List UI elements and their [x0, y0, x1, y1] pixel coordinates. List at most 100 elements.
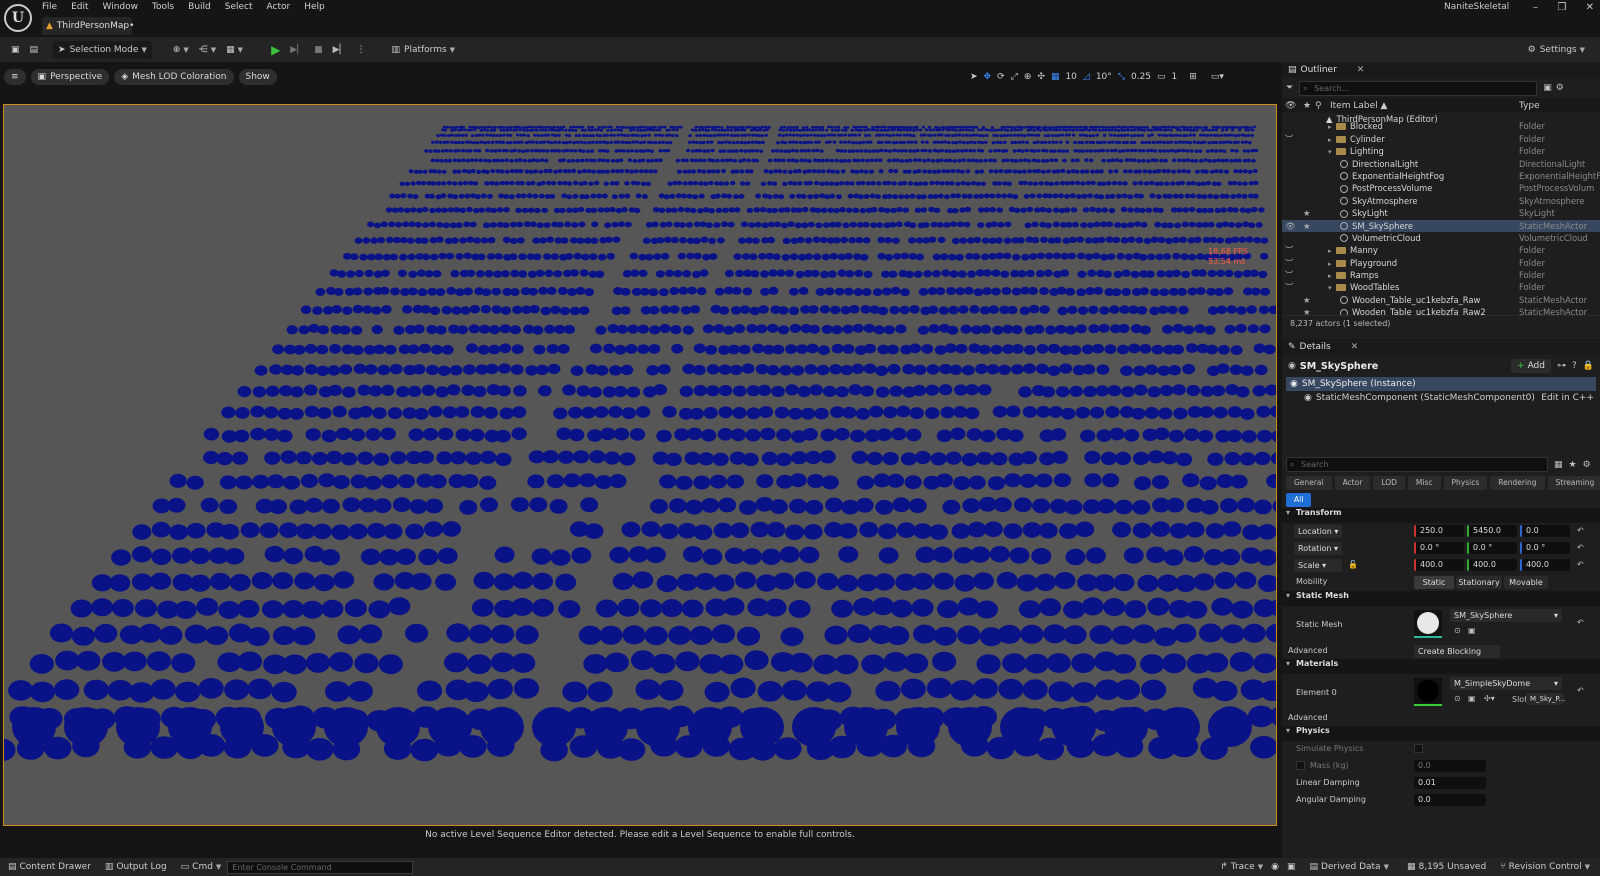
outliner-row[interactable]: ▾ Lighting Folder: [1282, 145, 1600, 157]
grid-snap-value[interactable]: 10: [1065, 72, 1076, 82]
outliner-row[interactable]: ▸ Blocked Folder: [1282, 120, 1600, 132]
minimize-icon[interactable]: –: [1533, 2, 1538, 13]
cmd-dropdown[interactable]: ▭ Cmd ▼: [181, 862, 222, 872]
outliner-row[interactable]: ︶ ▸ Cylinder Folder: [1282, 133, 1600, 145]
reset-icon[interactable]: ↶: [1577, 526, 1584, 535]
browse-asset-icon[interactable]: ⊙: [1454, 694, 1461, 703]
category-physics[interactable]: Physics: [1443, 475, 1488, 490]
blueprint-button[interactable]: ⋲ ▼: [194, 41, 221, 59]
stop-icon[interactable]: ■: [309, 41, 328, 59]
category-rendering[interactable]: Rendering: [1490, 475, 1545, 490]
scale-z[interactable]: 400.0: [1520, 559, 1570, 571]
reset-icon[interactable]: ↶: [1577, 560, 1584, 569]
hidden-visibility-icon[interactable]: ︶: [1285, 269, 1293, 281]
reset-icon[interactable]: ↶: [1577, 543, 1584, 552]
unsaved-button[interactable]: ▦ 8,195 Unsaved: [1407, 862, 1486, 872]
outliner-row[interactable]: ︶ ▸ Manny Folder: [1282, 244, 1600, 256]
select-tool-icon[interactable]: ➤: [970, 72, 978, 82]
mesh-thumbnail[interactable]: [1414, 610, 1442, 638]
outliner-row[interactable]: ★ Wooden_Table_uc1kebzfa_Raw StaticMeshAct…: [1282, 294, 1600, 306]
scale-y[interactable]: 400.0: [1467, 559, 1517, 571]
camera-speed-value[interactable]: 1: [1172, 72, 1178, 82]
edit-cpp-link[interactable]: Edit in C++: [1541, 393, 1594, 403]
browse-asset-icon[interactable]: ⊙: [1454, 626, 1461, 635]
mobility-stationary[interactable]: Stationary: [1456, 576, 1502, 589]
item-label-column[interactable]: Item Label ▲: [1330, 101, 1387, 111]
close-icon[interactable]: ✕: [1351, 342, 1359, 352]
step-icon[interactable]: ▶▏: [285, 41, 309, 59]
menu-build[interactable]: Build: [188, 2, 211, 12]
favorite-star-icon[interactable]: ★: [1303, 207, 1311, 219]
world-space-icon[interactable]: ⊕: [1024, 72, 1032, 82]
screenshot-icon[interactable]: ▣: [1287, 862, 1296, 872]
show-button[interactable]: Show: [238, 69, 277, 85]
location-z[interactable]: 0.0: [1520, 525, 1570, 537]
output-log-button[interactable]: ▥ Output Log: [105, 862, 167, 872]
material-thumbnail[interactable]: [1414, 678, 1442, 706]
outliner-row[interactable]: 👁 ★ SM_SkySphere StaticMeshActor: [1282, 219, 1600, 232]
close-icon[interactable]: ✕: [1357, 65, 1365, 75]
trace-button[interactable]: ↱ Trace ▼: [1220, 862, 1263, 872]
content-drawer-button[interactable]: ▤ Content Drawer: [8, 862, 91, 872]
favorite-star-icon[interactable]: ★: [1303, 294, 1311, 306]
category-general[interactable]: General: [1286, 475, 1332, 490]
mass-field[interactable]: 0.0: [1414, 760, 1486, 772]
add-folder-icon[interactable]: ▣: [1543, 83, 1552, 93]
physics-section[interactable]: Physics: [1282, 726, 1600, 741]
translate-tool-icon[interactable]: ✥: [984, 72, 992, 82]
material-options-icon[interactable]: ✣▾: [1484, 694, 1495, 703]
mass-checkbox[interactable]: [1296, 761, 1305, 770]
category-all[interactable]: All: [1286, 493, 1312, 507]
lock-scale-icon[interactable]: 🔓: [1348, 560, 1358, 569]
outliner-row[interactable]: PostProcessVolume PostProcessVolum: [1282, 182, 1600, 194]
outliner-search-input[interactable]: ⌕ Search...: [1299, 80, 1538, 96]
layout-icon[interactable]: ⊞: [1189, 72, 1197, 82]
rotation-y[interactable]: 0.0 °: [1467, 542, 1517, 554]
menu-select[interactable]: Select: [225, 2, 253, 12]
blueprint-icon[interactable]: ⊶: [1557, 361, 1566, 371]
surface-snap-icon[interactable]: ✣: [1037, 72, 1045, 82]
outliner-row[interactable]: SkyAtmosphere SkyAtmosphere: [1282, 195, 1600, 207]
instance-row[interactable]: ◉ SM_SkySphere (Instance): [1286, 377, 1596, 391]
mobility-movable[interactable]: Movable: [1504, 576, 1548, 589]
eject-icon[interactable]: ▶▏: [328, 41, 352, 59]
outliner-row[interactable]: ︶ ▸ Ramps Folder: [1282, 269, 1600, 281]
platforms-button[interactable]: ▥ Platforms ▼: [387, 41, 461, 59]
scale-tool-icon[interactable]: ⤢: [1011, 72, 1018, 82]
angular-damping-field[interactable]: 0.0: [1414, 794, 1486, 806]
scale-dropdown[interactable]: Scale ▾: [1294, 559, 1342, 572]
scale-x[interactable]: 400.0: [1414, 559, 1464, 571]
table-view-icon[interactable]: ▦: [1554, 460, 1563, 470]
menu-edit[interactable]: Edit: [71, 2, 88, 12]
simulate-physics-checkbox[interactable]: [1414, 744, 1423, 753]
category-actor[interactable]: Actor: [1334, 475, 1371, 490]
mobility-static[interactable]: Static: [1414, 576, 1454, 589]
use-selected-icon[interactable]: ▣: [1468, 694, 1476, 703]
outliner-row[interactable]: ︶ ▸ Playground Folder: [1282, 257, 1600, 269]
revision-control-button[interactable]: ⑂ Revision Control ▼: [1500, 862, 1590, 872]
hidden-visibility-icon[interactable]: ︶: [1285, 244, 1293, 256]
material-picker[interactable]: M_SimpleSkyDome ▾: [1450, 677, 1562, 690]
console-input[interactable]: Enter Console Command: [227, 860, 414, 874]
menu-file[interactable]: File: [42, 2, 57, 12]
level-viewport[interactable]: [3, 104, 1277, 826]
hidden-visibility-icon[interactable]: ︶: [1285, 257, 1293, 269]
outliner-row[interactable]: VolumetricCloud VolumetricCloud: [1282, 232, 1600, 244]
add-component-button[interactable]: + Add: [1511, 359, 1551, 373]
location-x[interactable]: 250.0: [1414, 525, 1464, 537]
reset-icon[interactable]: ↶: [1577, 618, 1584, 627]
location-dropdown[interactable]: Location ▾: [1294, 525, 1342, 538]
scale-snap-icon[interactable]: ⤡: [1118, 72, 1125, 82]
category-streaming[interactable]: Streaming: [1547, 475, 1600, 490]
menu-tools[interactable]: Tools: [152, 2, 174, 12]
grid-snap-icon[interactable]: ▦: [1051, 72, 1060, 82]
menu-actor[interactable]: Actor: [267, 2, 291, 12]
save-icon[interactable]: ▣: [6, 41, 25, 59]
materials-advanced-row[interactable]: Advanced: [1282, 710, 1600, 726]
rotation-dropdown[interactable]: Rotation ▾: [1294, 542, 1342, 555]
static-mesh-advanced-row[interactable]: Advanced Create Blocking Volume ▾: [1282, 643, 1600, 669]
category-misc[interactable]: Misc: [1407, 475, 1441, 490]
perspective-button[interactable]: ▣ Perspective: [30, 69, 110, 85]
close-icon[interactable]: ✕: [1586, 2, 1594, 13]
create-blocking-volume-button[interactable]: Create Blocking Volume ▾: [1414, 645, 1500, 669]
